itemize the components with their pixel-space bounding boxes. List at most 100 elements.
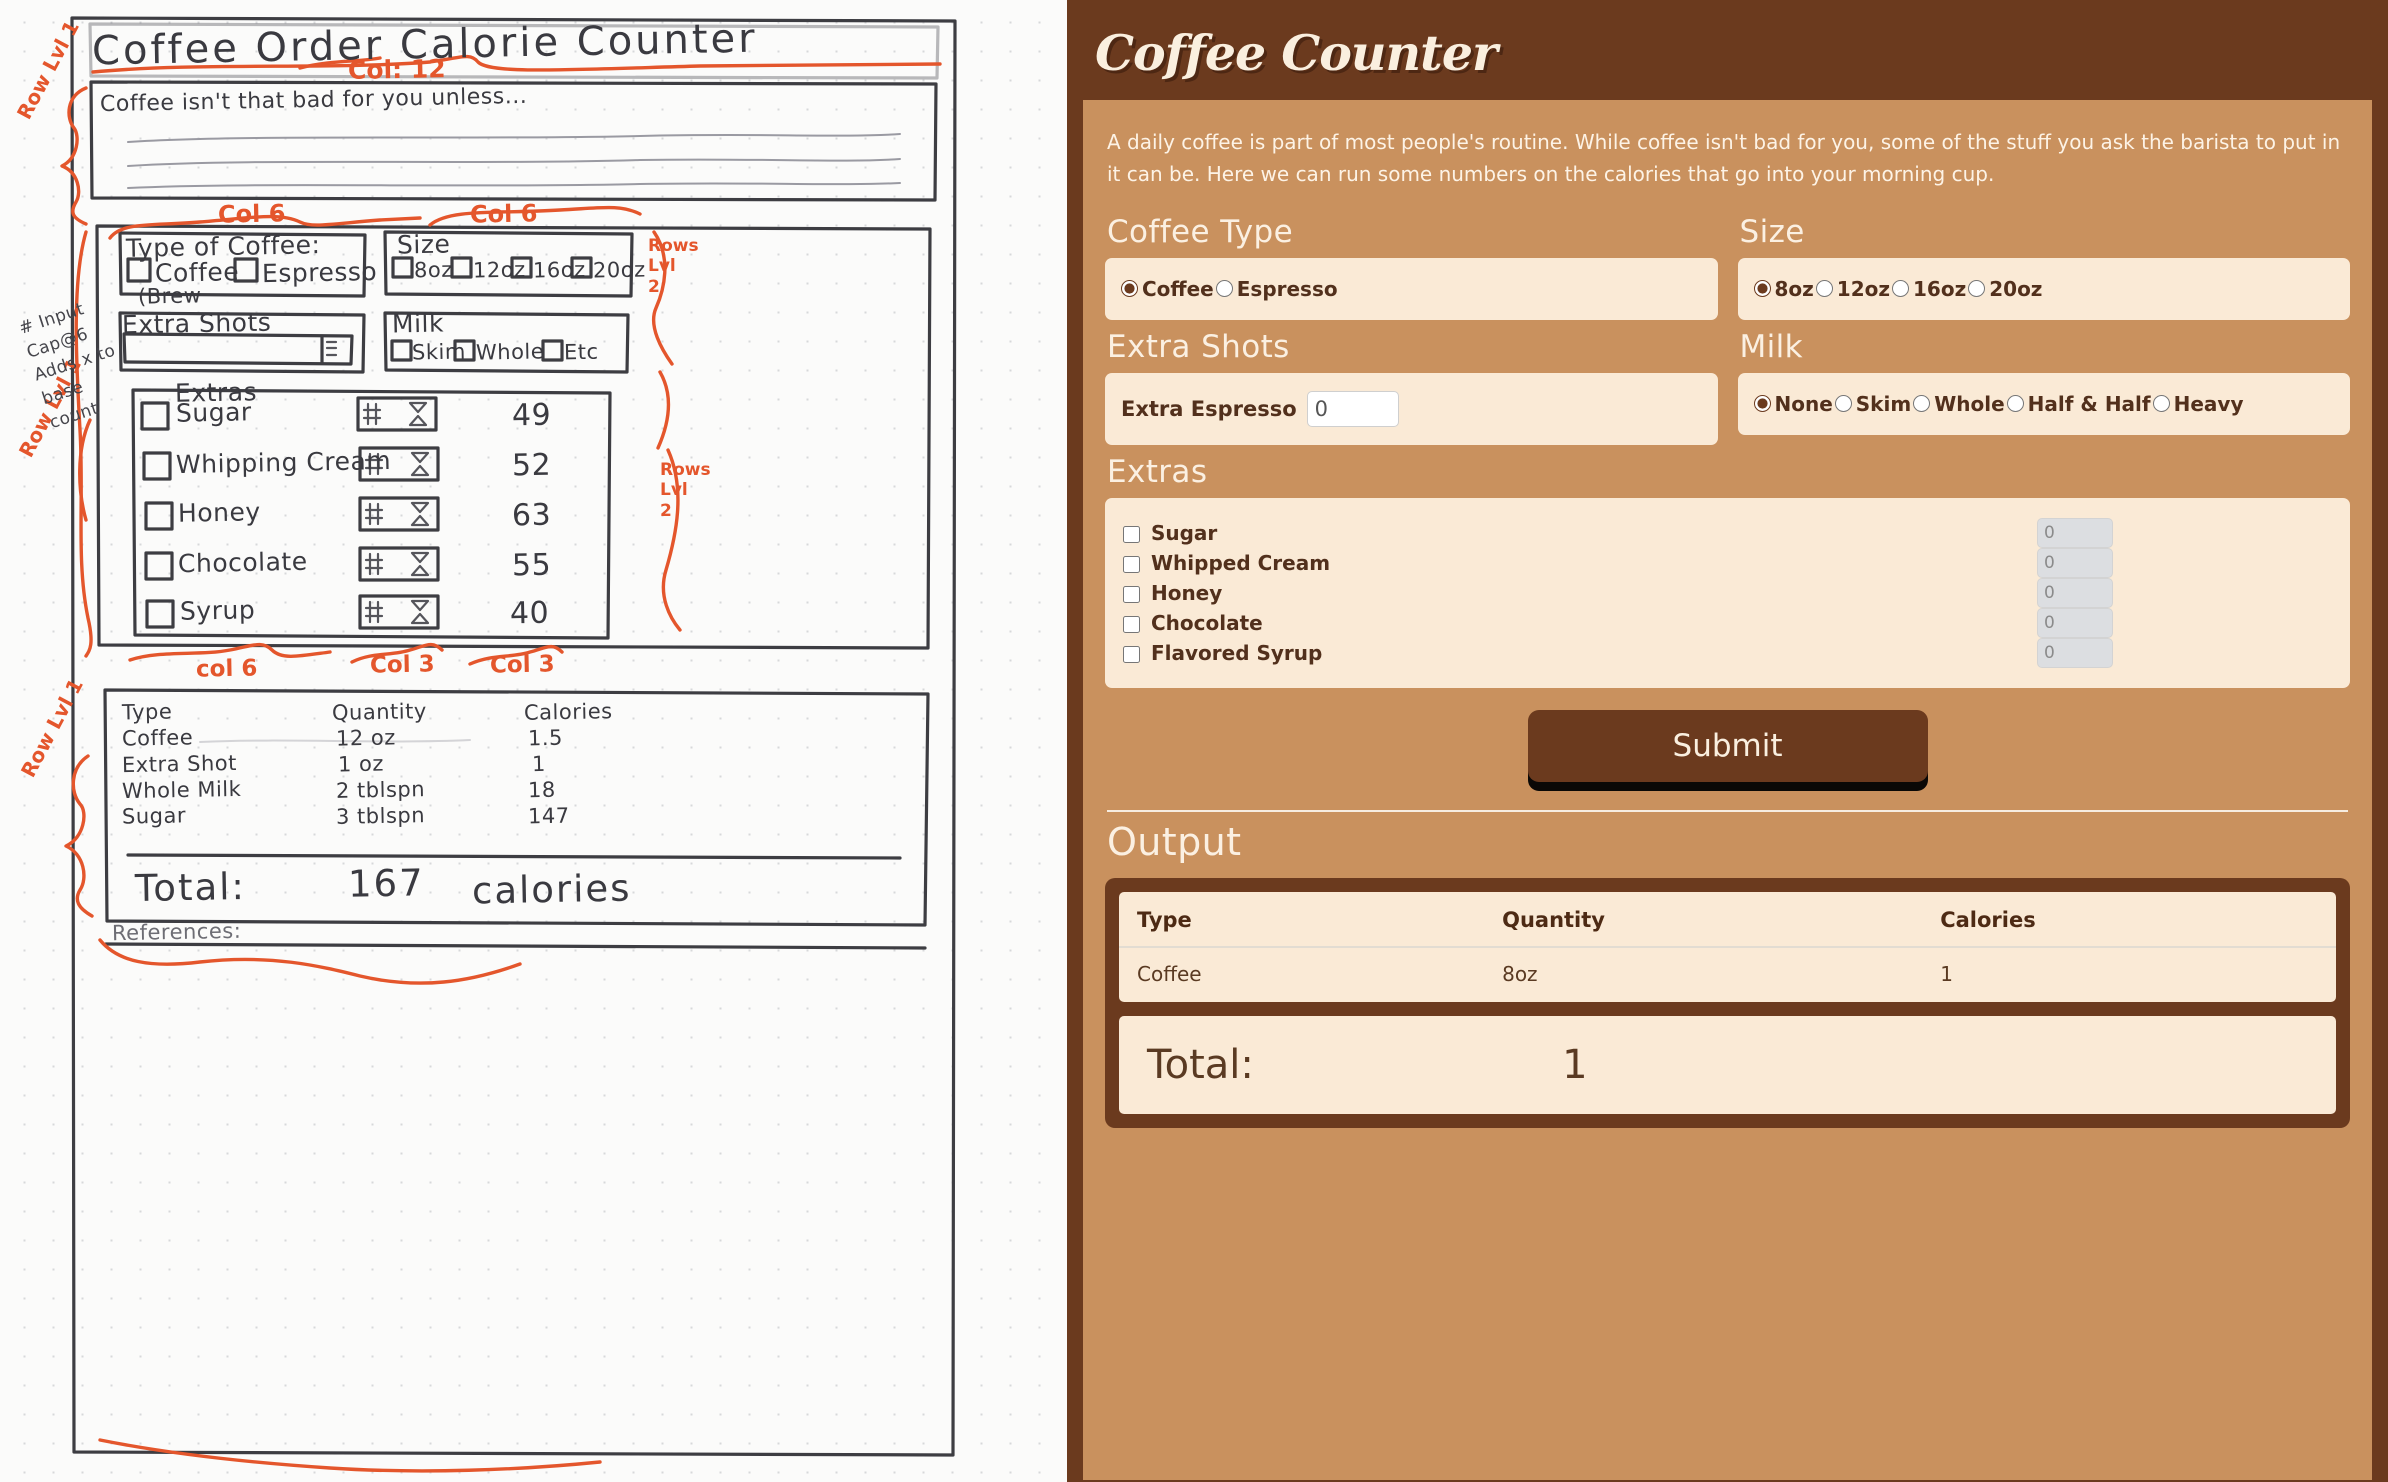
extras-qty-flavored-syrup[interactable] bbox=[2037, 637, 2113, 668]
sketch-size-header: Size bbox=[396, 229, 451, 260]
intro-paragraph: A daily coffee is part of most people's … bbox=[1107, 130, 2341, 187]
extras-row-flavored-syrup: Flavored Syrup bbox=[1123, 637, 2328, 668]
sketch-table-r3c2: 147 bbox=[527, 803, 570, 829]
milk-card: None Skim Whole Half & Half Heavy bbox=[1737, 372, 2350, 435]
sketch-table-r0c1: 12 oz bbox=[335, 725, 397, 751]
total-label: Total: bbox=[1147, 1041, 1254, 1088]
sketch-extra-label-honey: Honey bbox=[177, 497, 261, 528]
sketch-extra-cal-whipping-cream: 52 bbox=[511, 447, 552, 484]
radio-milk-half-and-half[interactable]: Half & Half bbox=[2006, 391, 2151, 416]
sketch-annotation-rows-right-b: Rows Lvl 2 bbox=[660, 460, 711, 521]
radio-milk-heavy[interactable]: Heavy bbox=[2152, 392, 2243, 416]
extras-qty-chocolate[interactable] bbox=[2037, 607, 2113, 638]
sketch-annotation-col6-right: Col 6 bbox=[469, 199, 538, 229]
radio-input-milk-whole[interactable] bbox=[1913, 395, 1931, 413]
checkbox-label-flavored-syrup: Flavored Syrup bbox=[1150, 640, 1323, 665]
radio-input-20oz[interactable] bbox=[1968, 280, 1986, 298]
checkbox-label-chocolate: Chocolate bbox=[1150, 610, 1263, 635]
radio-milk-none[interactable]: None bbox=[1753, 392, 1833, 416]
sketch-size-option-20oz: 20oz bbox=[592, 257, 646, 283]
radio-input-milk-none[interactable] bbox=[1753, 395, 1771, 413]
radio-label-milk-skim: Skim bbox=[1855, 391, 1912, 416]
checkbox-extra-whipped-cream[interactable]: Whipped Cream bbox=[1123, 551, 1330, 575]
radio-label-milk-half-and-half: Half & Half bbox=[2027, 391, 2151, 416]
checkbox-extra-honey[interactable]: Honey bbox=[1123, 581, 1222, 605]
radio-input-12oz[interactable] bbox=[1815, 280, 1833, 298]
sketch-shots-header: Extra Shots bbox=[121, 307, 272, 340]
sketch-type-sub: (Brew bbox=[137, 283, 202, 309]
wireframe-sketch-pane: Coffee Order Calorie Counter Coffee isn'… bbox=[0, 0, 1067, 1482]
extra-shots-card: Extra Espresso bbox=[1105, 372, 1718, 445]
coffee-type-card: Coffee Espresso bbox=[1105, 257, 1718, 320]
extra-espresso-input[interactable] bbox=[1306, 390, 1399, 427]
checkbox-input-honey[interactable] bbox=[1123, 585, 1140, 603]
radio-input-8oz[interactable] bbox=[1753, 280, 1771, 298]
radio-milk-skim[interactable]: Skim bbox=[1834, 391, 1912, 416]
sketch-annotation-col3-b: Col 3 bbox=[489, 651, 555, 679]
radio-input-milk-half-and-half[interactable] bbox=[2006, 395, 2024, 413]
radio-label-16oz: 16oz bbox=[1913, 276, 1967, 301]
extras-qty-sugar[interactable] bbox=[2037, 517, 2113, 548]
screen: Coffee Order Calorie Counter Coffee isn'… bbox=[0, 0, 2388, 1482]
sketch-table-header-calories: Calories bbox=[523, 699, 613, 725]
sketch-milk-header: Milk bbox=[391, 308, 445, 339]
checkbox-input-whipped-cream[interactable] bbox=[1123, 555, 1140, 573]
radio-label-milk-whole: Whole bbox=[1934, 391, 2005, 416]
sketch-total-label: Total: bbox=[134, 864, 247, 911]
sketch-annotation-rows-right-a: Rows Lvl 2 bbox=[648, 236, 699, 297]
row-shots-milk: Extra Shots Extra Espresso Milk None bbox=[1105, 320, 2350, 445]
radio-label-20oz: 20oz bbox=[1989, 276, 2043, 301]
checkbox-input-sugar[interactable] bbox=[1123, 525, 1140, 543]
output-table-header-row: Type Quantity Calories bbox=[1119, 891, 2336, 948]
sketch-annotation-col3-a: Col 3 bbox=[369, 651, 435, 679]
output-cell-type: Coffee bbox=[1137, 961, 1202, 986]
total-box: Total: 1 bbox=[1119, 1015, 2336, 1114]
output-table-head: Type Quantity Calories bbox=[1119, 891, 2336, 948]
coffee-counter-app: Coffee Counter A daily coffee is part of… bbox=[1067, 0, 2388, 1482]
extras-row-chocolate: Chocolate bbox=[1123, 607, 2328, 638]
sketch-size-option-12oz: 12oz bbox=[472, 257, 526, 283]
sketch-extra-cal-sugar: 49 bbox=[511, 397, 552, 434]
col-coffee-type: Coffee Type Coffee Espresso bbox=[1105, 205, 1718, 320]
radio-input-milk-skim[interactable] bbox=[1834, 395, 1852, 413]
radio-label-8oz: 8oz bbox=[1774, 276, 1814, 301]
section-title-extra-shots: Extra Shots bbox=[1107, 328, 1290, 365]
sketch-extra-label-syrup: Syrup bbox=[179, 595, 256, 626]
radio-size-20oz[interactable]: 20oz bbox=[1968, 277, 2042, 301]
sketch-milk-option-skim: Skim bbox=[411, 339, 467, 365]
radio-coffee-type-espresso[interactable]: Espresso bbox=[1215, 277, 1338, 301]
checkbox-extra-sugar[interactable]: Sugar bbox=[1123, 521, 1217, 545]
radio-input-milk-heavy[interactable] bbox=[2152, 395, 2170, 413]
radio-coffee-type-coffee[interactable]: Coffee bbox=[1121, 277, 1214, 301]
checkbox-input-flavored-syrup[interactable] bbox=[1123, 645, 1140, 663]
radio-milk-whole[interactable]: Whole bbox=[1913, 391, 2005, 416]
section-title-coffee-type: Coffee Type bbox=[1107, 213, 1294, 250]
radio-input-coffee[interactable] bbox=[1121, 280, 1138, 298]
checkbox-extra-chocolate[interactable]: Chocolate bbox=[1123, 611, 1263, 635]
checkbox-input-chocolate[interactable] bbox=[1123, 615, 1140, 633]
extras-qty-whipped-cream[interactable] bbox=[2037, 547, 2113, 578]
extra-espresso-label: Extra Espresso bbox=[1121, 396, 1297, 421]
radio-size-8oz[interactable]: 8oz bbox=[1753, 276, 1814, 301]
app-panel: A daily coffee is part of most people's … bbox=[1083, 100, 2372, 1480]
sketch-extra-cal-chocolate: 55 bbox=[511, 547, 552, 584]
submit-button[interactable]: Submit bbox=[1527, 709, 1928, 782]
section-title-size: Size bbox=[1739, 213, 1805, 250]
radio-input-16oz[interactable] bbox=[1892, 280, 1910, 298]
sketch-extra-label-chocolate: Chocolate bbox=[177, 546, 308, 579]
radio-input-espresso[interactable] bbox=[1215, 280, 1233, 298]
total-value: 1 bbox=[1562, 1041, 1588, 1088]
sketch-table-header-type: Type bbox=[121, 699, 173, 725]
sketch-extra-label-whipping-cream: Whipping Cream bbox=[175, 445, 392, 480]
extras-qty-honey[interactable] bbox=[2037, 577, 2113, 608]
section-title-milk: Milk bbox=[1739, 328, 1804, 365]
checkbox-extra-flavored-syrup[interactable]: Flavored Syrup bbox=[1123, 641, 1322, 665]
col-size: Size 8oz 12oz 16oz 20oz bbox=[1737, 205, 2350, 320]
output-box: Type Quantity Calories Coffee 8oz 1 Tota… bbox=[1105, 877, 2350, 1128]
radio-size-16oz[interactable]: 16oz bbox=[1892, 277, 1966, 301]
radio-label-12oz: 12oz bbox=[1836, 276, 1891, 301]
radio-label-coffee: Coffee bbox=[1142, 276, 1214, 301]
size-card: 8oz 12oz 16oz 20oz bbox=[1737, 257, 2350, 320]
sketch-total-value: 167 bbox=[347, 861, 426, 906]
radio-size-12oz[interactable]: 12oz bbox=[1815, 276, 1891, 301]
